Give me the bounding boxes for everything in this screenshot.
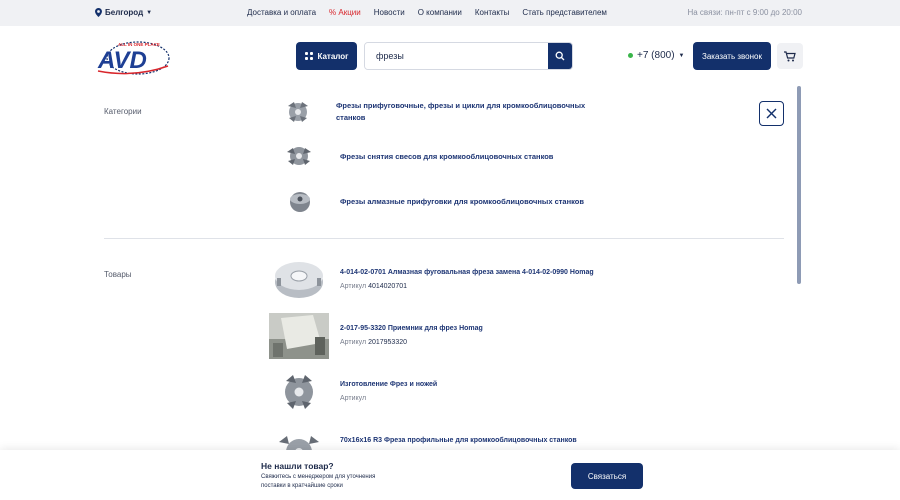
nav-delivery[interactable]: Доставка и оплата (247, 8, 316, 17)
search-icon (555, 51, 565, 61)
product-sku: Артикул 4014020701 (340, 283, 407, 290)
product-link[interactable]: 4-014-02-0701 Алмазная фуговальная фреза… (340, 269, 594, 276)
online-status-dot (628, 53, 633, 58)
top-bar: Белгород ▼ Доставка и оплата % Акции Нов… (0, 0, 900, 26)
products-label: Товары (104, 270, 132, 279)
nav-promo-label: Акции (338, 8, 361, 17)
avd-logo[interactable]: ALL IN ONE PLACE AVD (96, 38, 172, 76)
phone-selector[interactable]: +7 (800) ▼ (628, 50, 684, 61)
catalog-label: Каталог (317, 51, 349, 61)
city-name: Белгород (105, 8, 144, 17)
nav-contacts[interactable]: Контакты (475, 8, 510, 17)
product-link[interactable]: 70x16x16 R3 Фреза профильные для кромкоо… (340, 437, 577, 444)
percent-icon: % (329, 8, 337, 17)
order-call-button[interactable]: Заказать звонок (693, 42, 771, 70)
product-thumbnail[interactable] (269, 369, 329, 415)
location-pin-icon (95, 8, 102, 17)
nav-news[interactable]: Новости (374, 8, 405, 17)
not-found-title: Не нашли товар? (261, 461, 334, 471)
section-divider (104, 238, 784, 239)
product-thumbnail[interactable] (269, 313, 329, 359)
phone-number: +7 (800) (637, 50, 675, 61)
nav-become-partner[interactable]: Стать представителем (522, 8, 607, 17)
product-sku: Артикул (340, 395, 366, 402)
product-thumbnail[interactable] (269, 256, 329, 302)
categories-label: Категории (104, 107, 142, 116)
sku-value: 2017953320 (368, 339, 407, 346)
product-link[interactable]: Изготовление Фрез и ножей (340, 381, 437, 388)
search-button[interactable] (548, 43, 572, 69)
search-box (364, 42, 573, 70)
sku-label: Артикул (340, 339, 367, 346)
category-thumbnail[interactable] (282, 187, 318, 215)
sku-label: Артикул (340, 283, 367, 290)
close-search-button[interactable] (759, 101, 784, 126)
scrollbar-thumb[interactable] (797, 86, 801, 284)
cart-icon (784, 50, 796, 61)
nav-promo[interactable]: % Акции (329, 8, 361, 17)
product-sku: Артикул 2017953320 (340, 339, 407, 346)
sku-value: 4014020701 (368, 283, 407, 290)
sku-label: Артикул (340, 395, 367, 402)
chevron-down-icon: ▼ (678, 52, 685, 59)
category-thumbnail[interactable] (281, 142, 317, 170)
logo-text: AVD (97, 47, 147, 74)
top-nav: Доставка и оплата % Акции Новости О комп… (247, 8, 607, 17)
category-thumbnail[interactable] (280, 98, 316, 126)
chevron-down-icon: ▼ (146, 9, 153, 16)
cart-button[interactable] (777, 43, 803, 69)
category-link[interactable]: Фрезы алмазные прифуговки для кромкообли… (340, 196, 620, 208)
catalog-button[interactable]: Каталог (296, 42, 357, 70)
search-input[interactable] (365, 43, 550, 69)
not-found-banner: Не нашли товар? Свяжитесь с менеджером д… (0, 450, 900, 500)
city-selector[interactable]: Белгород ▼ (95, 8, 152, 17)
contact-button[interactable]: Связаться (571, 463, 643, 489)
close-icon (766, 108, 777, 119)
category-link[interactable]: Фрезы прифуговочные, фрезы и цикли для к… (336, 100, 616, 124)
grid-icon (304, 52, 313, 60)
not-found-text: Свяжитесь с менеджером для уточнения пос… (261, 474, 376, 489)
working-hours: На связи: пн-пт с 9:00 до 20:00 (687, 8, 802, 17)
product-link[interactable]: 2-017-95-3320 Приемник для фрез Homag (340, 325, 483, 332)
nav-about[interactable]: О компании (418, 8, 462, 17)
category-link[interactable]: Фрезы снятия свесов для кромкооблицовочн… (340, 151, 620, 163)
